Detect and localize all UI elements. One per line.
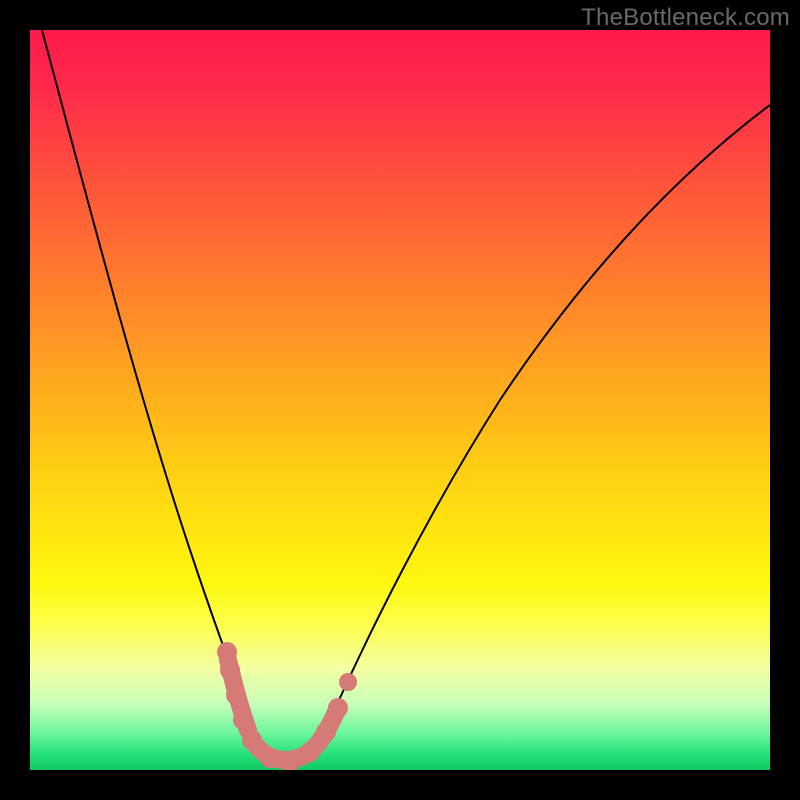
plot-area (30, 30, 770, 770)
marker-dot (242, 730, 262, 750)
marker-dot (233, 710, 253, 730)
marker-dot (300, 742, 320, 762)
marker-dot (339, 673, 357, 691)
bottleneck-curve (42, 30, 770, 765)
marker-dot (316, 722, 336, 742)
chart-frame: TheBottleneck.com (0, 0, 800, 800)
watermark-text: TheBottleneck.com (581, 4, 790, 32)
marker-dot (260, 748, 280, 768)
marker-dot (217, 642, 237, 662)
curve-layer (30, 30, 770, 770)
marker-dot (220, 660, 240, 680)
marker-dot (328, 698, 348, 718)
marker-dot (226, 685, 246, 705)
